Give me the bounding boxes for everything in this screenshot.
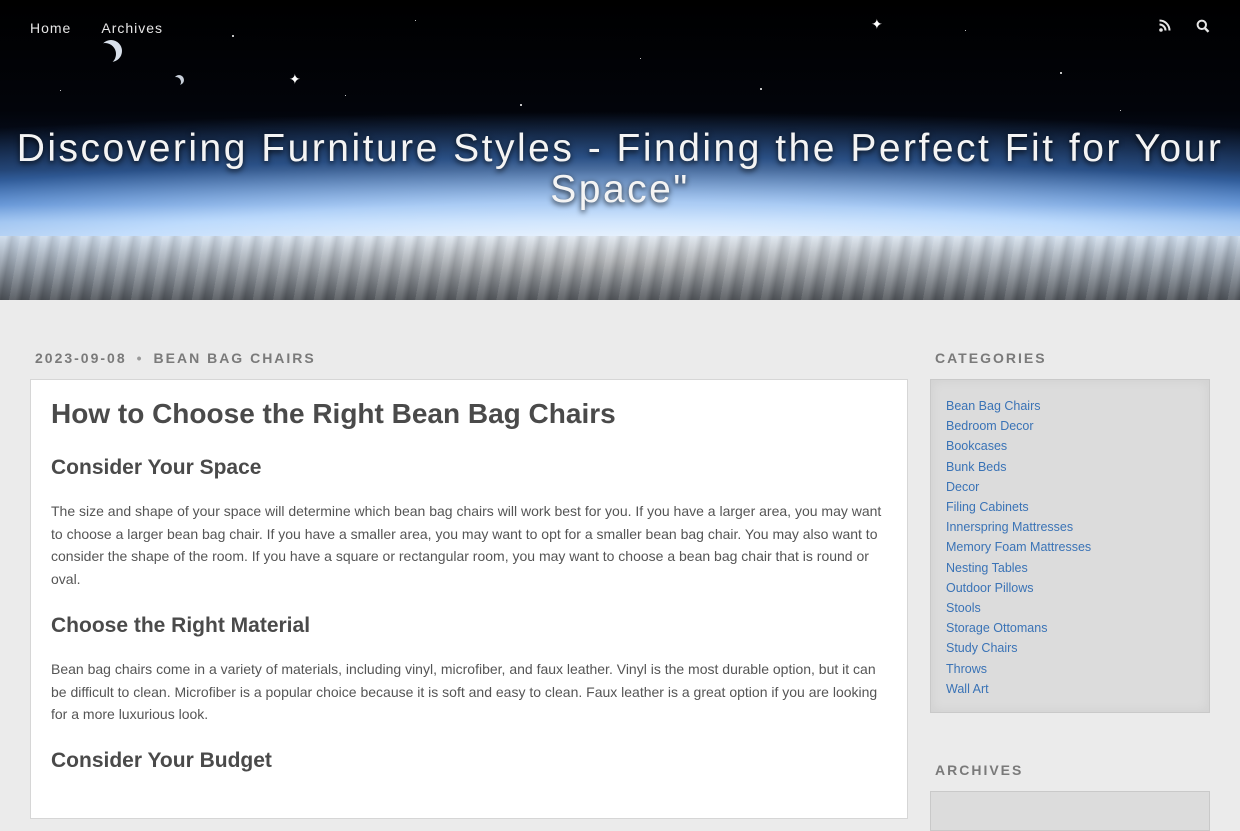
star xyxy=(345,95,346,96)
category-link[interactable]: Outdoor Pillows xyxy=(946,581,1034,595)
category-link[interactable]: Filing Cabinets xyxy=(946,500,1029,514)
category-link[interactable]: Nesting Tables xyxy=(946,561,1028,575)
category-link[interactable]: Stools xyxy=(946,601,981,615)
star xyxy=(965,30,966,31)
category-item: Bunk Beds xyxy=(946,457,1194,477)
category-item: Outdoor Pillows xyxy=(946,578,1194,598)
rss-icon[interactable] xyxy=(1158,18,1172,34)
category-item: Bedroom Decor xyxy=(946,416,1194,436)
category-item: Storage Ottomans xyxy=(946,618,1194,638)
category-item: Decor xyxy=(946,477,1194,497)
category-item: Innerspring Mattresses xyxy=(946,517,1194,537)
star xyxy=(60,90,61,91)
star xyxy=(760,88,762,90)
post-date: 2023-09-08 xyxy=(35,350,127,366)
star xyxy=(415,20,416,21)
category-link[interactable]: Storage Ottomans xyxy=(946,621,1047,635)
category-link[interactable]: Wall Art xyxy=(946,682,989,696)
sparkle-star: ✦ xyxy=(871,16,883,32)
category-link[interactable]: Memory Foam Mattresses xyxy=(946,540,1091,554)
search-icon[interactable] xyxy=(1196,18,1210,34)
moon-shape xyxy=(174,75,184,85)
category-link[interactable]: Study Chairs xyxy=(946,641,1018,655)
category-link[interactable]: Throws xyxy=(946,662,987,676)
category-item: Filing Cabinets xyxy=(946,497,1194,517)
post-article: How to Choose the Right Bean Bag Chairs … xyxy=(30,379,908,819)
archives-widget xyxy=(930,791,1210,831)
top-nav: Home Archives xyxy=(30,20,163,36)
post-meta: 2023-09-08 • BEAN BAG CHAIRS xyxy=(35,350,316,366)
category-link[interactable]: Bookcases xyxy=(946,439,1007,453)
star xyxy=(520,104,522,106)
hero-clouds xyxy=(0,236,1240,300)
archives-heading: ARCHIVES xyxy=(935,762,1024,778)
category-item: Stools xyxy=(946,598,1194,618)
section-paragraph: Bean bag chairs come in a variety of mat… xyxy=(51,661,878,722)
category-link[interactable]: Bean Bag Chairs xyxy=(946,399,1041,413)
category-item: Memory Foam Mattresses xyxy=(946,537,1194,557)
post-category-link[interactable]: BEAN BAG CHAIRS xyxy=(154,350,316,366)
nav-icons xyxy=(1158,18,1210,34)
category-item: Study Chairs xyxy=(946,638,1194,658)
category-link[interactable]: Bedroom Decor xyxy=(946,419,1034,433)
sparkle-star: ✦ xyxy=(289,71,301,87)
category-item: Wall Art xyxy=(946,679,1194,699)
nav-link-home[interactable]: Home xyxy=(30,20,71,36)
post-title: How to Choose the Right Bean Bag Chairs xyxy=(51,398,616,429)
category-list: Bean Bag Chairs Bedroom Decor Bookcases … xyxy=(946,396,1194,699)
moon-shape xyxy=(100,40,122,62)
star xyxy=(232,35,234,37)
category-item: Bean Bag Chairs xyxy=(946,396,1194,416)
star xyxy=(1060,72,1062,74)
section-paragraph: The size and shape of your space will de… xyxy=(51,503,882,587)
categories-heading: CATEGORIES xyxy=(935,350,1047,366)
section-heading: Consider Your Budget xyxy=(51,748,272,772)
site-title: Discovering Furniture Styles - Finding t… xyxy=(16,127,1224,211)
categories-widget: Bean Bag Chairs Bedroom Decor Bookcases … xyxy=(930,379,1210,713)
meta-separator: • xyxy=(136,350,144,366)
section-heading: Consider Your Space xyxy=(51,456,262,479)
section-heading: Choose the Right Material xyxy=(51,614,311,637)
category-item: Bookcases xyxy=(946,436,1194,456)
hero-banner: ✦ ✦ Home Archives Discovering Furniture … xyxy=(0,0,1240,300)
star xyxy=(1120,110,1121,111)
category-link[interactable]: Innerspring Mattresses xyxy=(946,520,1073,534)
nav-link-archives[interactable]: Archives xyxy=(101,20,163,36)
category-item: Throws xyxy=(946,659,1194,679)
category-item: Nesting Tables xyxy=(946,558,1194,578)
category-link[interactable]: Bunk Beds xyxy=(946,460,1006,474)
category-link[interactable]: Decor xyxy=(946,480,979,494)
star xyxy=(640,58,641,59)
